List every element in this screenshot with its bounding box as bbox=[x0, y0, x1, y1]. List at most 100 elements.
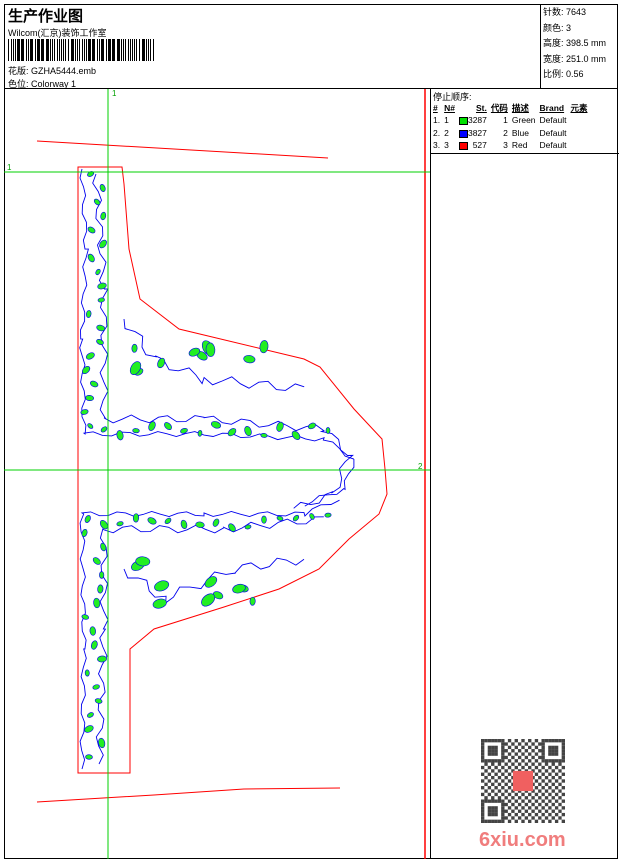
table-row[interactable]: 3. 3 527 3 Red Default bbox=[431, 139, 589, 152]
leaf bbox=[92, 557, 101, 565]
leaf bbox=[307, 422, 317, 430]
leaf bbox=[291, 430, 301, 440]
leaf bbox=[86, 310, 92, 318]
col-code: 代码 bbox=[490, 102, 508, 113]
guide-label-v1: 1 bbox=[112, 89, 117, 98]
leaf bbox=[87, 171, 95, 177]
studio-name: Wilcom(汇京)装饰工作室 bbox=[8, 28, 107, 38]
leaf bbox=[89, 626, 96, 636]
leaf bbox=[87, 423, 94, 429]
leaf bbox=[116, 430, 124, 441]
leaf bbox=[96, 339, 104, 345]
row-desc: Blue bbox=[511, 127, 529, 138]
leaf bbox=[81, 528, 88, 538]
table-row[interactable]: 2. 2 3827 2 Blue Default bbox=[431, 127, 589, 140]
design-file: 花版: GZHA5444.emb bbox=[8, 64, 96, 77]
color-swatch bbox=[458, 117, 468, 126]
row-n: 1 bbox=[444, 115, 449, 126]
color-swatch bbox=[458, 129, 468, 138]
leaf bbox=[249, 596, 256, 606]
leaf bbox=[261, 515, 267, 524]
row-code: 1 bbox=[503, 115, 508, 126]
row-stitches: 3287 bbox=[457, 114, 489, 127]
leaf bbox=[85, 754, 93, 760]
leaf bbox=[292, 514, 300, 522]
leaf bbox=[276, 515, 284, 521]
stitches-value: 7643 bbox=[566, 7, 587, 17]
leaf bbox=[325, 427, 331, 434]
leaf bbox=[87, 253, 95, 263]
scale-value: 0.56 bbox=[566, 69, 584, 79]
leaf bbox=[324, 512, 332, 518]
leaf bbox=[154, 580, 170, 592]
leaf bbox=[97, 655, 107, 663]
leaf bbox=[92, 684, 100, 690]
colorway-label: 色位: bbox=[8, 79, 29, 89]
label: 颜色: bbox=[543, 22, 564, 33]
leaf bbox=[99, 239, 107, 249]
design-info: 针数: 7643 颜色: 3 高度: 398.5 mm 宽度: 251.0 mm… bbox=[540, 4, 618, 89]
leaf bbox=[93, 198, 101, 206]
leaf bbox=[212, 518, 220, 527]
stitch-path bbox=[79, 168, 355, 507]
leaf bbox=[99, 571, 105, 579]
colorway-value: Colorway 1 bbox=[31, 79, 77, 89]
leaf bbox=[309, 513, 315, 520]
col-brand: Brand bbox=[539, 102, 565, 113]
scale-row: 比例: 0.56 bbox=[543, 67, 616, 83]
row-stitches: 3827 bbox=[457, 127, 489, 140]
row-brand: Default bbox=[539, 115, 567, 126]
leaf bbox=[164, 517, 172, 525]
page-title: 生产作业图 bbox=[8, 8, 84, 25]
colors-value: 3 bbox=[566, 22, 572, 33]
leaf bbox=[100, 542, 107, 552]
leaf bbox=[260, 432, 268, 438]
label: 宽度: bbox=[543, 53, 564, 64]
leaf bbox=[232, 583, 246, 594]
leaf bbox=[210, 421, 222, 429]
row-brand: Default bbox=[539, 140, 567, 151]
leaf bbox=[97, 584, 104, 594]
colors-row: 颜色: 3 bbox=[543, 21, 616, 37]
stitch-path bbox=[92, 173, 354, 509]
leaf bbox=[84, 725, 94, 733]
col-element: 元素 bbox=[570, 102, 588, 113]
watermark-site: 6xiu.com bbox=[479, 829, 566, 851]
color-swatch bbox=[458, 142, 468, 151]
red-bottom-line bbox=[36, 787, 341, 803]
height-value: 398.5 mm bbox=[566, 38, 607, 48]
stitch-count: 3827 bbox=[467, 127, 487, 138]
leaf bbox=[84, 669, 90, 677]
leaf bbox=[147, 517, 157, 525]
col-index: # bbox=[433, 102, 438, 113]
width-value: 251.0 mm bbox=[566, 53, 607, 64]
leaf bbox=[93, 597, 101, 609]
row-brand: Default bbox=[539, 127, 567, 138]
leaf bbox=[205, 342, 216, 357]
row-element bbox=[568, 139, 589, 152]
leaf bbox=[131, 343, 138, 353]
col-desc: 描述 bbox=[511, 102, 529, 113]
label: 针数: bbox=[543, 7, 564, 17]
leaf bbox=[100, 426, 108, 433]
leaf bbox=[95, 268, 101, 276]
barcode bbox=[8, 39, 155, 61]
leaf bbox=[85, 352, 95, 360]
seal-logo bbox=[512, 770, 534, 792]
leaf bbox=[94, 698, 103, 704]
blue-stitches bbox=[79, 168, 355, 770]
leaf bbox=[99, 184, 106, 192]
leaf bbox=[227, 428, 237, 437]
leaf bbox=[157, 357, 166, 369]
row-index: 2. bbox=[433, 127, 441, 138]
row-desc: Red bbox=[511, 140, 528, 151]
guide-label-h1: 1 bbox=[7, 163, 12, 172]
row-n: 2 bbox=[444, 127, 449, 138]
row-element bbox=[568, 114, 589, 127]
table-row[interactable]: 1. 1 3287 1 Green Default bbox=[431, 114, 589, 127]
leaf bbox=[85, 394, 94, 402]
leaf bbox=[90, 380, 99, 388]
row-code: 2 bbox=[503, 127, 508, 138]
stitches-row: 针数: 7643 bbox=[543, 5, 616, 21]
stop-sequence-panel: 停止顺序: # N# St. 代码 描述 Brand 元素 1. 1 3287 … bbox=[430, 89, 619, 859]
